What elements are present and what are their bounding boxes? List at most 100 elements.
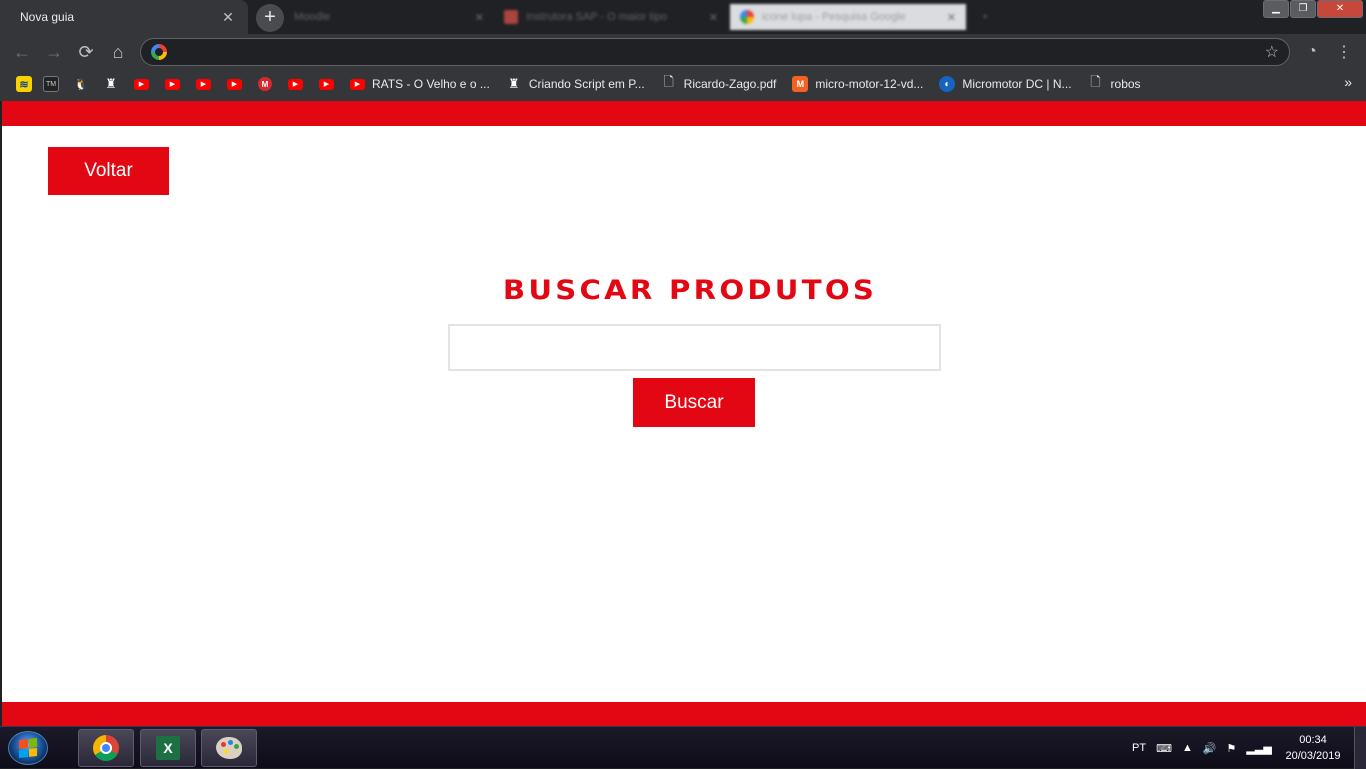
system-tray: PT ⌨ ▲ 🔊 ⚑ ▂▃▅ xyxy=(1122,727,1272,769)
bookmark-item[interactable]: ▶ RATS - O Velho e o ... xyxy=(342,72,498,96)
back-button[interactable]: Voltar xyxy=(48,147,169,195)
taskbar: X PT ⌨ ▲ 🔊 ⚑ ▂▃▅ 00:34 20/03/2019 xyxy=(0,726,1366,769)
bookmark-item[interactable]: ♜ xyxy=(96,72,126,96)
spy-icon: ♜ xyxy=(508,76,520,91)
tab-background-2[interactable]: Instrutora SAP - O maior tipo ✕ xyxy=(494,4,728,30)
page-footer-bar xyxy=(2,702,1366,726)
show-desktop-button[interactable] xyxy=(1354,727,1366,769)
google-icon xyxy=(151,44,167,60)
page-header-bar xyxy=(2,101,1366,126)
youtube-icon: ▶ xyxy=(227,78,242,90)
bookmark-item[interactable]: ▶ xyxy=(188,72,219,96)
search-button[interactable]: Buscar xyxy=(633,378,755,427)
google-icon xyxy=(740,10,754,24)
magento-icon: M xyxy=(792,76,809,92)
taskbar-app-paint[interactable] xyxy=(201,729,257,767)
bookmarks-overflow-icon[interactable]: » xyxy=(1344,74,1352,90)
tab-close-icon[interactable]: ✕ xyxy=(699,11,718,24)
excel-icon: X xyxy=(156,736,180,760)
volume-icon[interactable]: 🔊 xyxy=(1203,742,1217,755)
bookmark-label: Micromotor DC | N... xyxy=(962,77,1072,91)
window-controls: ▁ ❐ ✕ xyxy=(1262,0,1363,19)
restore-button[interactable]: ❐ xyxy=(1290,0,1316,18)
youtube-icon: ▶ xyxy=(288,78,303,90)
minimize-button[interactable]: ▁ xyxy=(1263,0,1289,18)
tab-title: Moodle xyxy=(294,11,331,23)
bookmark-label: Ricardo-Zago.pdf xyxy=(683,77,777,91)
paint-icon xyxy=(216,737,242,759)
incognito-icon[interactable]: ◔ xyxy=(1296,36,1328,68)
keyboard-icon[interactable]: ⌨ xyxy=(1156,742,1172,755)
tab-close-icon[interactable]: ✕ xyxy=(465,11,484,24)
address-bar[interactable]: ☆ xyxy=(140,38,1290,66)
address-input[interactable] xyxy=(177,44,1265,60)
tab-background-3[interactable]: icone lupa - Pesquisa Google ✕ xyxy=(730,4,966,30)
taskbar-clock[interactable]: 00:34 20/03/2019 xyxy=(1278,732,1348,764)
bookmark-item[interactable]: M micro-motor-12-vd... xyxy=(784,72,931,96)
bookmark-label: micro-motor-12-vd... xyxy=(815,77,924,91)
favicon-icon xyxy=(504,10,518,24)
globe-icon: ◐ xyxy=(939,76,956,92)
tab-active[interactable]: Nova guia ✕ xyxy=(0,0,248,34)
taskbar-app-chrome[interactable] xyxy=(78,729,134,767)
bookmark-item[interactable]: ▶ xyxy=(126,72,157,96)
bookmark-item[interactable]: M xyxy=(250,72,280,96)
page-viewport: Voltar BUSCAR PRODUTOS Buscar xyxy=(2,101,1366,726)
banco-icon: ≋ xyxy=(16,76,32,92)
bookmarks-bar: ≋ TM 🐧 ♜ ▶ ▶ ▶ ▶ M ▶ ▶ ▶ RATS - O Velho … xyxy=(0,70,1366,98)
menu-icon[interactable]: ⋮ xyxy=(1328,36,1360,68)
plus-icon: + xyxy=(982,11,989,23)
spy-icon: ♜ xyxy=(105,76,117,91)
language-indicator[interactable]: PT xyxy=(1132,742,1146,754)
bookmark-item[interactable]: ▶ xyxy=(311,72,342,96)
tab-title: Instrutora SAP - O maior tipo xyxy=(526,11,668,23)
reload-icon[interactable]: ⟳ xyxy=(70,36,102,68)
bookmark-item[interactable]: TM xyxy=(36,72,66,96)
show-hidden-icons-icon[interactable]: ▲ xyxy=(1182,742,1193,754)
chrome-icon xyxy=(93,735,119,761)
close-window-button[interactable]: ✕ xyxy=(1317,0,1363,18)
forward-arrow-icon[interactable]: → xyxy=(38,36,70,68)
bookmark-item[interactable]: 🗋 Ricardo-Zago.pdf xyxy=(653,72,785,96)
tab-close-icon[interactable]: ✕ xyxy=(937,11,956,24)
mega-icon: M xyxy=(258,77,272,91)
search-input[interactable] xyxy=(448,324,941,371)
youtube-icon: ▶ xyxy=(196,78,211,90)
bookmark-item[interactable]: ≋ xyxy=(12,72,36,96)
youtube-icon: ▶ xyxy=(165,78,180,90)
document-icon: 🗋 xyxy=(663,74,674,89)
bookmark-item[interactable]: ♜ Criando Script em P... xyxy=(498,72,653,96)
windows-logo-icon xyxy=(19,738,37,758)
back-arrow-icon[interactable]: ← xyxy=(6,36,38,68)
youtube-icon: ▶ xyxy=(350,78,365,90)
bookmark-item[interactable]: ▶ xyxy=(219,72,250,96)
penguin-icon: 🐧 xyxy=(74,78,88,91)
bookmark-label: RATS - O Velho e o ... xyxy=(372,77,490,91)
youtube-icon: ▶ xyxy=(319,78,334,90)
document-icon: 🗋 xyxy=(1090,74,1101,89)
bookmark-item[interactable]: ▶ xyxy=(157,72,188,96)
tab-background-1[interactable]: Moodle ✕ xyxy=(284,4,494,30)
tab-close-icon[interactable]: ✕ xyxy=(220,9,236,26)
taskbar-app-excel[interactable]: X xyxy=(140,729,196,767)
bookmark-item[interactable]: 🐧 xyxy=(66,72,96,96)
new-tab-button[interactable]: + xyxy=(256,4,284,32)
bookmark-star-icon[interactable]: ☆ xyxy=(1265,42,1279,62)
clock-time: 00:34 xyxy=(1299,734,1327,746)
bookmark-label: robos xyxy=(1110,77,1141,91)
youtube-icon: ▶ xyxy=(134,78,149,90)
bookmark-item[interactable]: 🗋 robos xyxy=(1080,72,1149,96)
home-icon[interactable]: ⌂ xyxy=(102,36,134,68)
action-center-icon[interactable]: ⚑ xyxy=(1227,742,1237,755)
network-icon[interactable]: ▂▃▅ xyxy=(1246,742,1271,755)
browser-toolbar: ← → ⟳ ⌂ ☆ ◔ ⋮ xyxy=(0,34,1366,70)
start-button[interactable] xyxy=(8,731,48,765)
tab-strip: Nova guia ✕ + Moodle ✕ Instrutora SAP - … xyxy=(0,0,1366,34)
clock-date: 20/03/2019 xyxy=(1285,750,1341,762)
bookmark-item[interactable]: ▶ xyxy=(280,72,311,96)
bookmark-label: Criando Script em P... xyxy=(528,77,645,91)
tm-icon: TM xyxy=(43,76,59,92)
page-title: BUSCAR PRODUTOS xyxy=(502,275,878,306)
bookmark-item[interactable]: ◐ Micromotor DC | N... xyxy=(931,72,1079,96)
new-tab-button-ghost[interactable]: + xyxy=(972,4,1002,30)
